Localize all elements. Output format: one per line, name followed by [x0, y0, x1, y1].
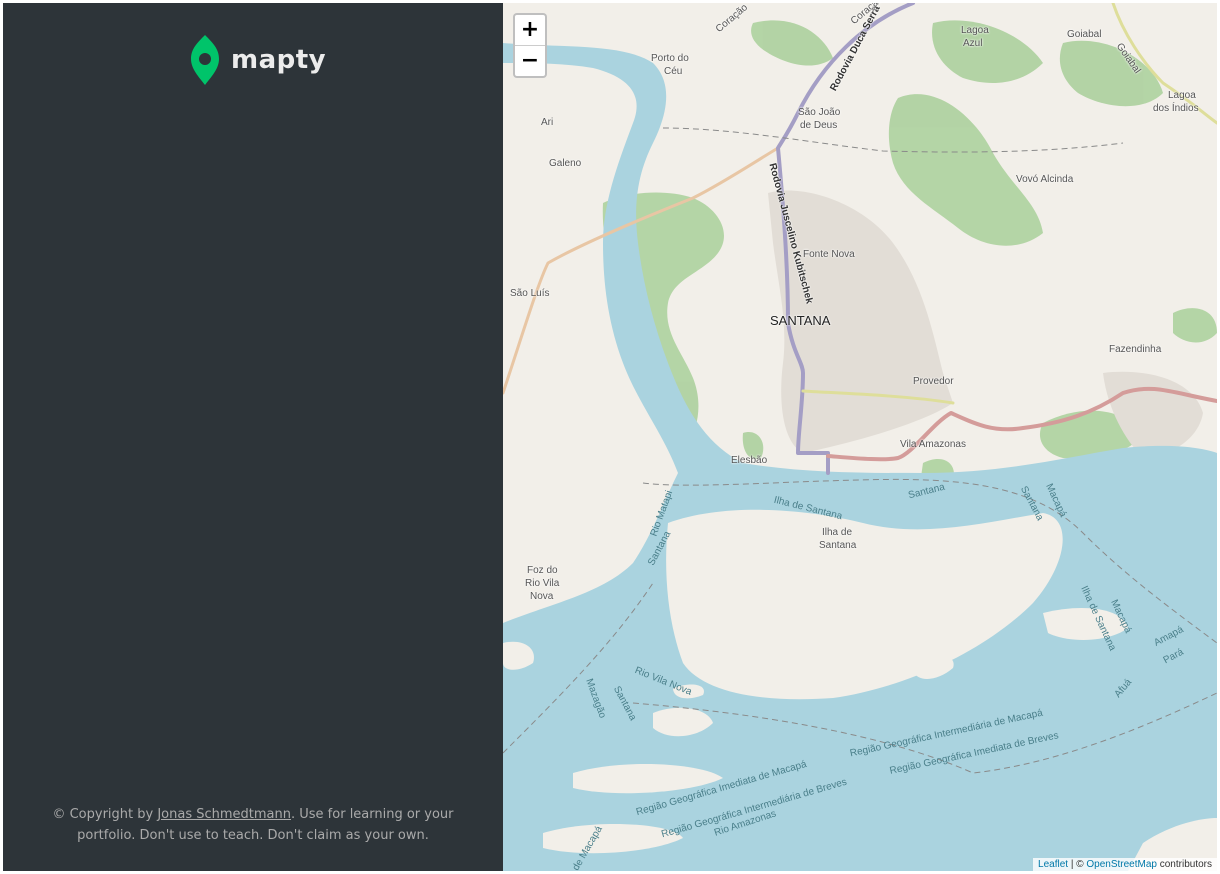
- sidebar: mapty © Copyright by Jonas Schmedtmann. …: [3, 3, 503, 871]
- app: mapty © Copyright by Jonas Schmedtmann. …: [3, 3, 1217, 871]
- label-foz-3: Nova: [530, 591, 554, 602]
- label-porto-1: Porto do: [651, 53, 689, 64]
- label-ilha-santana-1: Ilha de: [822, 527, 853, 538]
- label-goiabal: Goiabal: [1067, 29, 1102, 40]
- label-foz-1: Foz do: [527, 565, 558, 576]
- label-elesbao: Elesbão: [731, 455, 768, 466]
- copyright-prefix: © Copyright by: [52, 807, 158, 822]
- leaflet-link[interactable]: Leaflet: [1038, 859, 1068, 870]
- author-link[interactable]: Jonas Schmedtmann: [157, 807, 291, 822]
- map-tiles: [503, 3, 1217, 871]
- label-lagoa-azul-2: Azul: [963, 38, 983, 49]
- attribution-separator: | ©: [1068, 859, 1087, 870]
- label-lagoa-indios-1: Lagoa: [1168, 90, 1196, 101]
- label-santana: SANTANA: [770, 313, 831, 328]
- label-sao-luis: São Luís: [510, 288, 550, 299]
- label-lagoa-indios-2: dos Índios: [1153, 103, 1199, 114]
- map[interactable]: SANTANA Fonte Nova Provedor Vila Amazona…: [503, 3, 1217, 871]
- logo-text: mapty: [231, 45, 327, 75]
- label-ari: Ari: [541, 117, 554, 128]
- label-galeno: Galeno: [549, 158, 582, 169]
- zoom-in-button[interactable]: +: [515, 15, 545, 46]
- label-porto-2: Céu: [664, 66, 683, 77]
- label-fonte-nova: Fonte Nova: [803, 249, 855, 260]
- label-vovo-alcinda: Vovó Alcinda: [1016, 174, 1074, 185]
- label-vila-amazonas: Vila Amazonas: [900, 439, 966, 450]
- label-provedor: Provedor: [913, 376, 954, 387]
- label-lagoa-azul-1: Lagoa: [961, 25, 989, 36]
- zoom-out-button[interactable]: −: [515, 46, 545, 76]
- map-pin-icon: [191, 35, 219, 85]
- label-fazendinha: Fazendinha: [1109, 344, 1162, 355]
- map-attribution: Leaflet | © OpenStreetMap contributors: [1033, 858, 1217, 871]
- zoom-control: + −: [513, 13, 547, 78]
- label-ilha-santana-2: Santana: [819, 540, 857, 551]
- logo: mapty: [189, 33, 326, 87]
- attribution-suffix: contributors: [1156, 859, 1212, 870]
- label-sao-joao-1: São João: [798, 107, 841, 118]
- osm-link[interactable]: OpenStreetMap: [1086, 859, 1157, 870]
- label-sao-joao-2: de Deus: [800, 120, 838, 131]
- label-foz-2: Rio Vila: [525, 578, 560, 589]
- copyright-text: © Copyright by Jonas Schmedtmann. Use fo…: [43, 804, 463, 846]
